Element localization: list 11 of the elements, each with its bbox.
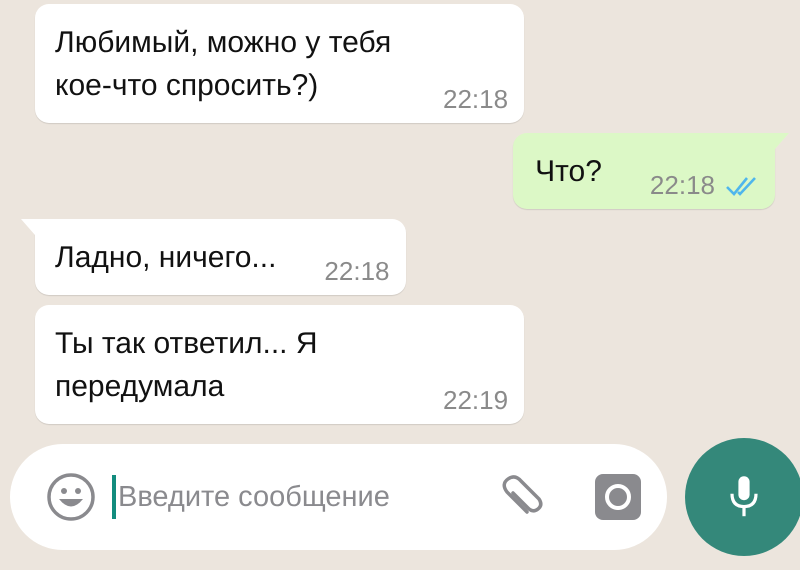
camera-icon[interactable] [595, 474, 641, 520]
message-text: Что? [535, 154, 602, 190]
message-time: 22:18 [324, 256, 390, 287]
message-time: 22:19 [443, 385, 508, 416]
message-time: 22:18 [650, 170, 715, 201]
smiley-icon[interactable] [46, 472, 96, 522]
message-text: Любимый, можно у тебя кое-что спросить?) [55, 25, 392, 104]
message-text: Ладно, ничего... [55, 240, 276, 276]
message-time: 22:18 [443, 84, 508, 115]
message-input-field[interactable]: Введите сообщение [112, 475, 497, 519]
message-text: Ты так ответил... Я передумала [55, 326, 319, 405]
